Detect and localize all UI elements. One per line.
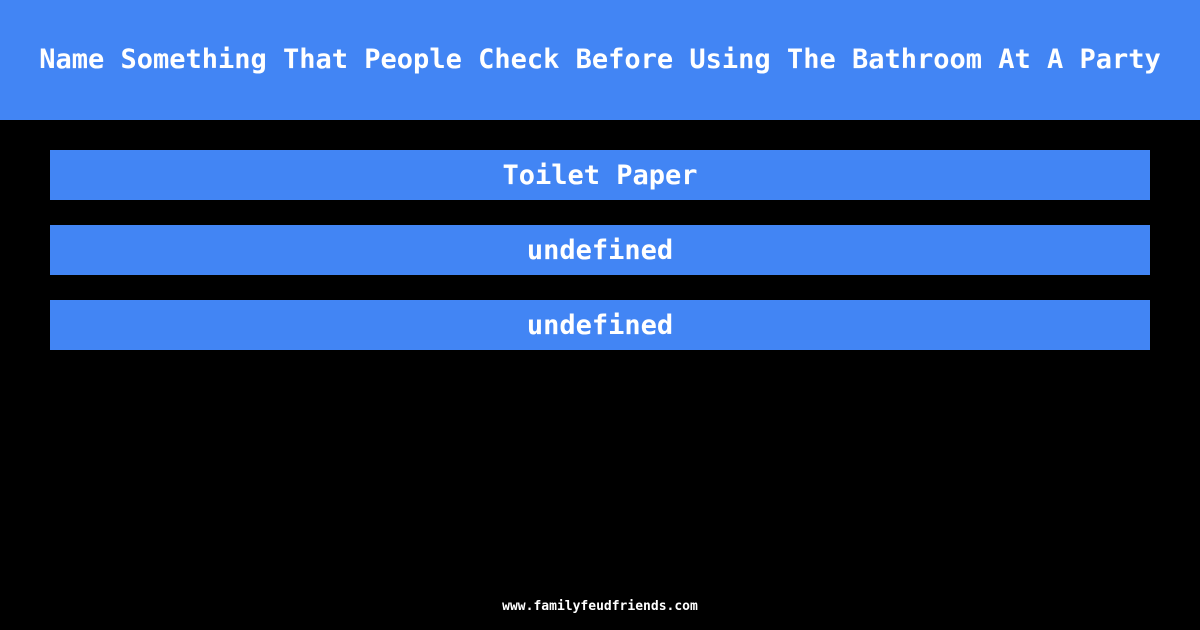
family-feud-answer-card: Name Something That People Check Before …	[0, 0, 1200, 630]
site-url-label: www.familyfeudfriends.com	[502, 599, 698, 614]
answer-text-2: undefined	[526, 234, 674, 266]
answer-row-2[interactable]: undefined	[50, 225, 1150, 275]
footer: www.familyfeudfriends.com	[0, 595, 1200, 614]
answer-text-3: undefined	[526, 309, 674, 341]
question-header: Name Something That People Check Before …	[0, 0, 1200, 120]
page-title: Name Something That People Check Before …	[39, 44, 1161, 76]
answer-row-1[interactable]: Toilet Paper	[50, 150, 1150, 200]
answer-row-3[interactable]: undefined	[50, 300, 1150, 350]
answer-list: Toilet Paper undefined undefined	[50, 150, 1150, 350]
answer-text-1: Toilet Paper	[502, 159, 698, 191]
